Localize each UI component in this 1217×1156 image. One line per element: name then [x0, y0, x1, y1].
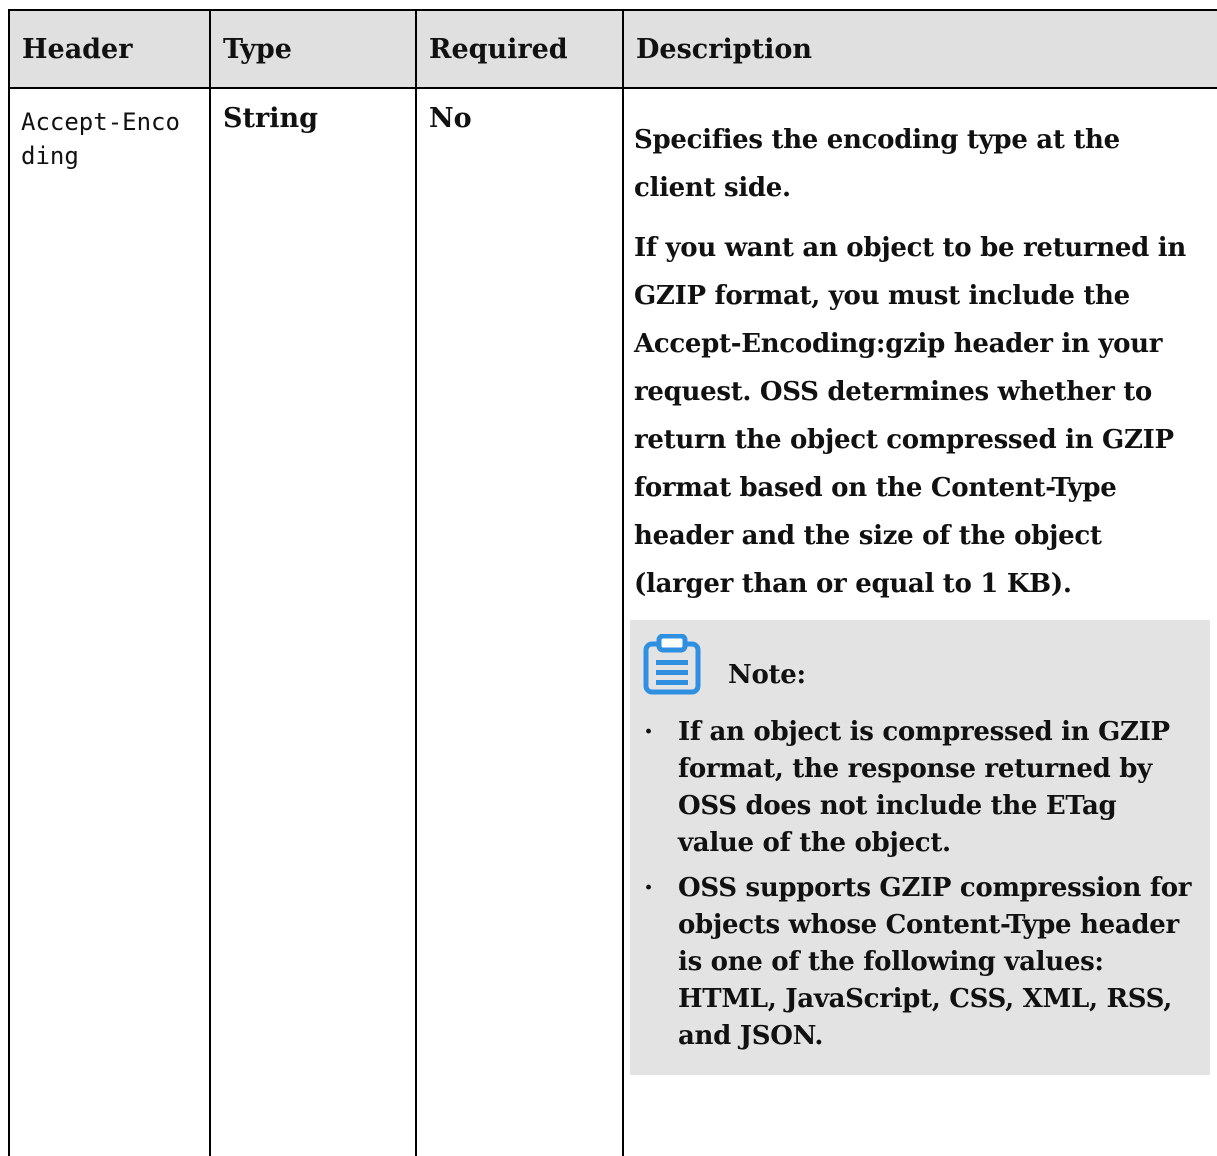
note-item-text: If an object is compressed in GZIP forma…: [678, 717, 1170, 858]
description-cell: Specifies the encoding type at the clien…: [622, 87, 1217, 1156]
header-name: Accept-Encoding: [21, 108, 180, 170]
note-item-text: OSS supports GZIP compression for object…: [678, 873, 1192, 1051]
required-cell: No: [415, 87, 624, 1156]
document-page: Header Type Required Description Accept-…: [0, 0, 1217, 1156]
note-header: Note:: [642, 633, 1200, 696]
note-box: Note: · If an object is compressed in GZ…: [630, 620, 1210, 1075]
column-header-type: Type: [209, 9, 417, 89]
description-paragraph-1: Specifies the encoding type at the clien…: [634, 125, 1120, 203]
note-label: Note:: [728, 660, 806, 690]
column-header-required: Required: [415, 9, 624, 89]
table-row: Accept-Encoding String No Specifies the …: [8, 87, 1217, 1156]
note-clipboard-icon: [642, 633, 702, 696]
bullet-dot: ·: [644, 717, 653, 747]
description-paragraph-2: If you want an object to be returned in …: [634, 233, 1186, 599]
bullet-dot: ·: [644, 873, 653, 903]
required-value: No: [429, 103, 472, 134]
type-value: String: [223, 103, 318, 134]
note-list-item: · If an object is compressed in GZIP for…: [642, 714, 1200, 862]
request-header-table: Header Type Required Description Accept-…: [8, 9, 1217, 1156]
table-header-row: Header Type Required Description: [8, 9, 1217, 89]
column-header-description: Description: [622, 9, 1217, 89]
header-name-cell: Accept-Encoding: [8, 87, 211, 1156]
note-list: · If an object is compressed in GZIP for…: [642, 714, 1200, 1055]
type-cell: String: [209, 87, 417, 1156]
note-list-item: · OSS supports GZIP compression for obje…: [642, 870, 1200, 1055]
column-header-header: Header: [8, 9, 211, 89]
